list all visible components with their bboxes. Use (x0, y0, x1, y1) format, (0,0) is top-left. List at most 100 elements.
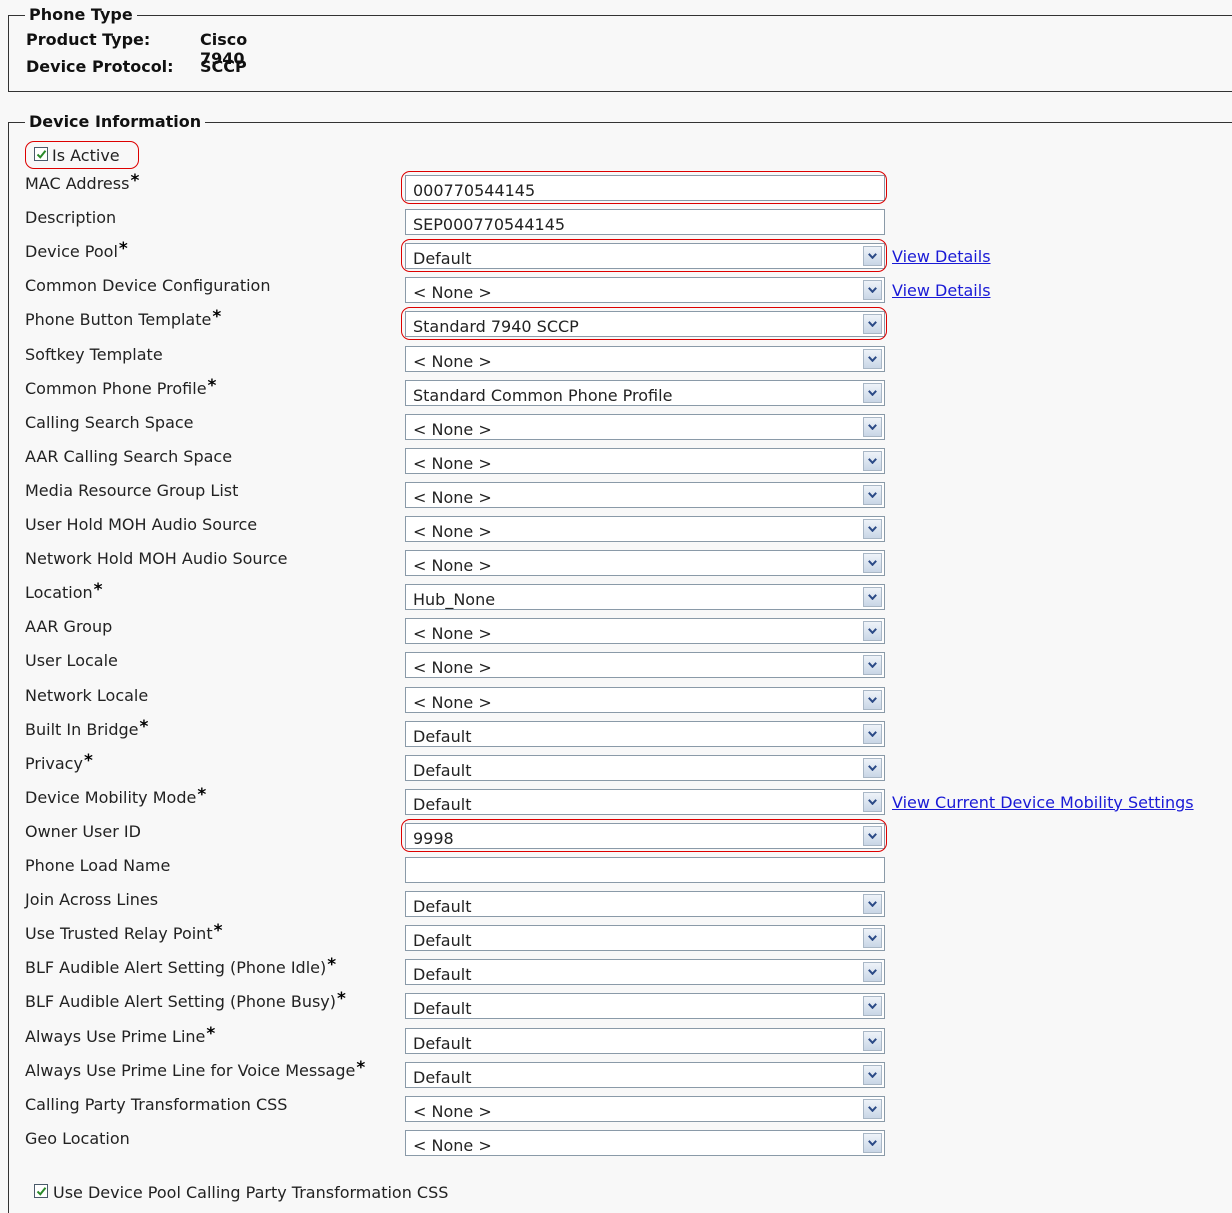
chevron-down-icon (868, 423, 877, 430)
user-hold-moh-audio-source-select[interactable]: < None > (405, 516, 885, 542)
owner-user-id-select[interactable]: 9998 (405, 822, 885, 849)
network-hold-moh-audio-source-label: Network Hold MOH Audio Source (25, 549, 287, 568)
softkey-template-select[interactable]: < None > (405, 345, 885, 372)
chevron-down-icon (868, 1003, 877, 1010)
dropdown-arrow[interactable] (863, 1030, 882, 1051)
phone-button-template-select[interactable]: Standard 7940 SCCP (405, 311, 885, 338)
dropdown-arrow[interactable] (863, 825, 882, 846)
chevron-down-icon (868, 253, 877, 260)
softkey-template-label: Softkey Template (25, 345, 163, 364)
join-across-lines-select[interactable]: Default (405, 891, 885, 918)
field-row-aar-calling-search-space: AAR Calling Search Space < None > (9, 443, 1232, 474)
phone-button-template-label: Phone Button Template* (25, 307, 221, 330)
dropdown-arrow[interactable] (863, 621, 882, 642)
calling-party-transformation-css-value: < None > (413, 1101, 492, 1121)
built-in-bridge-label-text: Built In Bridge (25, 719, 139, 739)
aar-calling-search-space-select[interactable]: < None > (405, 447, 885, 474)
dropdown-arrow[interactable] (863, 553, 882, 574)
dropdown-arrow[interactable] (863, 348, 882, 369)
calling-search-space-label: Calling Search Space (25, 413, 194, 432)
dropdown-arrow[interactable] (863, 1132, 882, 1153)
always-use-prime-line-for-voice-message-label-text: Always Use Prime Line for Voice Message (25, 1060, 356, 1080)
dropdown-arrow[interactable] (863, 280, 882, 301)
device-information-section: Device Information Is Active MAC Address… (8, 112, 1232, 1213)
dropdown-arrow[interactable] (863, 246, 882, 267)
phone-load-name-label: Phone Load Name (25, 856, 170, 875)
field-row-built-in-bridge: Built In Bridge* Default (9, 716, 1232, 747)
built-in-bridge-select[interactable]: Default (405, 720, 885, 747)
dropdown-arrow[interactable] (863, 655, 882, 676)
description-input[interactable]: SEP000770544145 (405, 209, 885, 236)
aar-calling-search-space-label-text: AAR Calling Search Space (25, 446, 233, 466)
chevron-down-icon (868, 764, 877, 771)
blf-audible-alert-setting-phone-busy-select[interactable]: Default (405, 993, 885, 1020)
common-device-configuration-value: < None > (413, 283, 492, 303)
built-in-bridge-value: Default (413, 726, 472, 746)
media-resource-group-list-select[interactable]: < None > (405, 481, 885, 508)
dropdown-arrow[interactable] (863, 484, 882, 505)
chevron-down-icon (868, 1139, 877, 1146)
common-phone-profile-select[interactable]: Standard Common Phone Profile (405, 379, 885, 406)
checkmark-icon (36, 1187, 47, 1196)
device-pool-select[interactable]: Default (405, 243, 885, 270)
device-pool-value: Default (413, 249, 472, 269)
device-mobility-mode-view-link[interactable]: View Current Device Mobility Settings (892, 793, 1194, 812)
device-mobility-mode-select[interactable]: Default (405, 788, 885, 815)
geo-location-select[interactable]: < None > (405, 1129, 885, 1156)
device-protocol-row: Device Protocol: SCCP (26, 57, 247, 76)
aar-group-label-text: AAR Group (25, 617, 113, 637)
dropdown-arrow[interactable] (863, 791, 882, 812)
dropdown-arrow[interactable] (863, 314, 882, 335)
field-row-geo-location: Geo Location < None > (9, 1125, 1232, 1156)
device-protocol-label: Device Protocol: (26, 57, 174, 76)
device-pool-view-link[interactable]: View Details (892, 247, 991, 266)
network-locale-label-text: Network Locale (25, 685, 149, 705)
phone-load-name-input[interactable] (405, 857, 885, 883)
dropdown-arrow[interactable] (863, 587, 882, 608)
network-hold-moh-audio-source-label-text: Network Hold MOH Audio Source (25, 549, 288, 569)
owner-user-id-value: 9998 (413, 828, 454, 848)
field-row-user-hold-moh-audio-source: User Hold MOH Audio Source < None > (9, 511, 1232, 542)
use-device-pool-cpt-css-checkbox[interactable] (34, 1184, 48, 1198)
dropdown-arrow[interactable] (863, 382, 882, 403)
field-row-common-phone-profile: Common Phone Profile* Standard Common Pho… (9, 375, 1232, 406)
dropdown-arrow[interactable] (863, 996, 882, 1017)
dropdown-arrow[interactable] (863, 450, 882, 471)
network-hold-moh-audio-source-select[interactable]: < None > (405, 550, 885, 577)
common-device-configuration-select[interactable]: < None > (405, 277, 885, 304)
dropdown-arrow[interactable] (863, 928, 882, 949)
user-hold-moh-audio-source-label-text: User Hold MOH Audio Source (25, 515, 258, 534)
chevron-down-icon (868, 287, 877, 294)
dropdown-arrow[interactable] (863, 1098, 882, 1119)
blf-audible-alert-setting-phone-idle-value: Default (413, 965, 472, 985)
description-label-text: Description (25, 208, 117, 228)
privacy-label-text: Privacy (25, 753, 83, 773)
dropdown-arrow[interactable] (863, 689, 882, 710)
owner-user-id-label-text: Owner User ID (25, 821, 141, 841)
user-locale-value: < None > (413, 658, 492, 678)
aar-group-select[interactable]: < None > (405, 618, 885, 645)
calling-search-space-select[interactable]: < None > (405, 413, 885, 440)
mac-address-input[interactable]: 000770544145 (405, 175, 885, 201)
calling-party-transformation-css-select[interactable]: < None > (405, 1095, 885, 1122)
dropdown-arrow[interactable] (863, 757, 882, 778)
field-row-network-locale: Network Locale < None > (9, 682, 1232, 713)
dropdown-arrow[interactable] (863, 1064, 882, 1085)
dropdown-arrow[interactable] (863, 723, 882, 744)
network-locale-select[interactable]: < None > (405, 686, 885, 713)
user-locale-select[interactable]: < None > (405, 652, 885, 679)
always-use-prime-line-for-voice-message-select[interactable]: Default (405, 1061, 885, 1088)
aar-group-value: < None > (413, 624, 492, 644)
common-device-configuration-view-link[interactable]: View Details (892, 281, 991, 300)
dropdown-arrow[interactable] (863, 416, 882, 437)
always-use-prime-line-select[interactable]: Default (405, 1027, 885, 1054)
field-row-description: Description SEP000770544145 (9, 204, 1232, 236)
privacy-select[interactable]: Default (405, 754, 885, 781)
blf-audible-alert-setting-phone-idle-label-text: BLF Audible Alert Setting (Phone Idle) (25, 958, 327, 978)
dropdown-arrow[interactable] (863, 962, 882, 983)
location-select[interactable]: Hub_None (405, 584, 885, 611)
use-trusted-relay-point-select[interactable]: Default (405, 925, 885, 952)
dropdown-arrow[interactable] (863, 894, 882, 915)
blf-audible-alert-setting-phone-idle-select[interactable]: Default (405, 959, 885, 986)
dropdown-arrow[interactable] (863, 519, 882, 539)
